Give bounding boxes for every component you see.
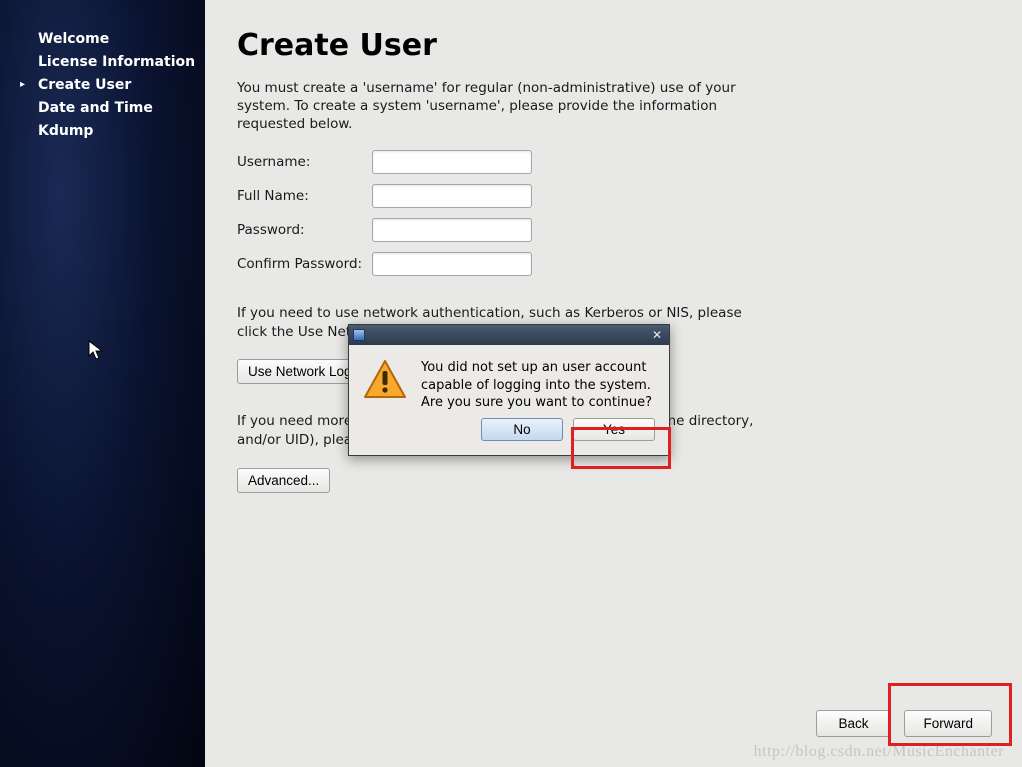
sidebar-item-label: Welcome (22, 30, 109, 49)
password-label: Password: (237, 222, 372, 238)
sidebar-item-label: Date and Time (22, 99, 153, 118)
forward-button[interactable]: Forward (904, 710, 992, 737)
dialog-yes-button[interactable]: Yes (573, 418, 655, 441)
sidebar-item-kdump[interactable]: Kdump (0, 120, 205, 143)
intro-text: You must create a 'username' for regular… (237, 79, 757, 134)
sidebar-item-label: License Information (22, 53, 195, 72)
dialog-close-icon[interactable]: ✕ (649, 328, 665, 342)
sidebar-item-welcome[interactable]: Welcome (0, 28, 205, 51)
confirm-dialog: ✕ You did not set up an user account cap… (348, 324, 670, 456)
row-password: Password: (237, 218, 990, 242)
advanced-button[interactable]: Advanced... (237, 468, 330, 493)
sidebar-item-label: Create User (22, 76, 131, 95)
warning-icon (363, 359, 407, 412)
dialog-no-button[interactable]: No (481, 418, 563, 441)
navigation-buttons: Back Forward (816, 710, 992, 737)
row-confirm-password: Confirm Password: (237, 252, 990, 276)
dialog-body: You did not set up an user account capab… (349, 345, 669, 418)
sidebar-item-license-information[interactable]: License Information (0, 51, 205, 74)
row-fullname: Full Name: (237, 184, 990, 208)
row-username: Username: (237, 150, 990, 174)
dialog-message: You did not set up an user account capab… (421, 359, 655, 412)
dialog-button-row: No Yes (349, 418, 669, 455)
username-label: Username: (237, 154, 372, 170)
confirm-password-input[interactable] (372, 252, 532, 276)
active-step-marker-icon: ▸ (20, 78, 25, 92)
username-input[interactable] (372, 150, 532, 174)
window-icon (353, 329, 365, 341)
confirm-password-label: Confirm Password: (237, 256, 372, 272)
page-title: Create User (237, 28, 990, 63)
password-input[interactable] (372, 218, 532, 242)
setup-sidebar: Welcome License Information ▸ Create Use… (0, 0, 205, 767)
sidebar-item-date-and-time[interactable]: Date and Time (0, 97, 205, 120)
watermark-text: http://blog.csdn.net/MusicEnchanter (754, 743, 1004, 761)
sidebar-item-label: Kdump (22, 122, 93, 141)
fullname-label: Full Name: (237, 188, 372, 204)
fullname-input[interactable] (372, 184, 532, 208)
dialog-titlebar[interactable]: ✕ (349, 325, 669, 345)
back-button[interactable]: Back (816, 710, 890, 737)
sidebar-item-create-user[interactable]: ▸ Create User (0, 74, 205, 97)
